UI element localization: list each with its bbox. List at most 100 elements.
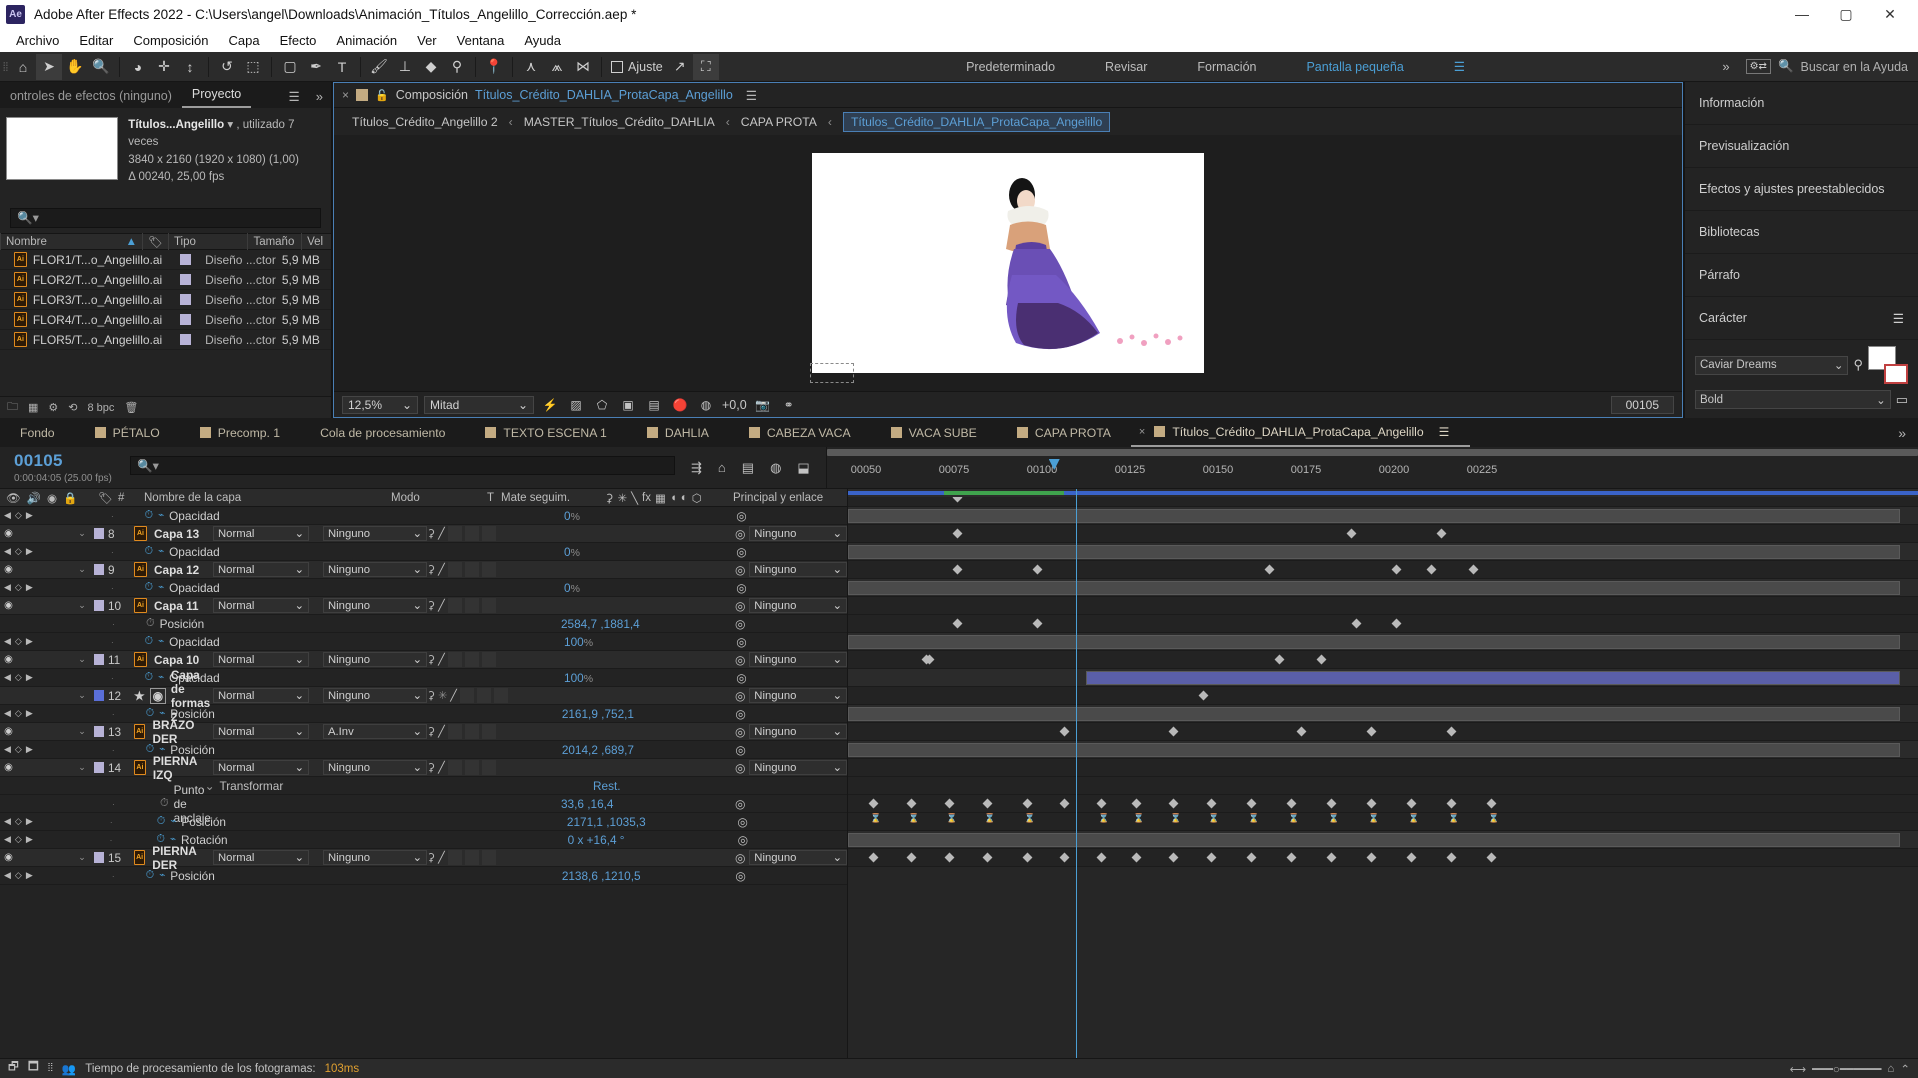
adjustment-icon[interactable]: ◐ <box>681 492 688 504</box>
keyframe-marker[interactable]: ⌛ <box>946 814 957 823</box>
keyframe-marker[interactable]: ⌛ <box>1488 814 1499 823</box>
hand-tool-icon[interactable]: ✋ <box>62 54 88 80</box>
keyframe-marker[interactable]: ⌛ <box>1248 814 1259 823</box>
timeline-track-row[interactable] <box>848 561 1918 579</box>
lock-icon[interactable]: 🔒 <box>63 491 77 505</box>
t-column-header[interactable]: T <box>481 489 495 507</box>
layer-visibility-icon[interactable]: ◉ <box>0 762 17 773</box>
layer-twirl-icon[interactable]: ⌄ <box>75 726 89 737</box>
motion-blur-icon[interactable]: ◍ <box>770 460 781 476</box>
keyframe-marker[interactable] <box>1436 528 1447 539</box>
delete-icon[interactable]: 🗑 <box>124 401 138 414</box>
timeline-track-row[interactable] <box>848 633 1918 651</box>
property-link-icon[interactable]: ◎ <box>735 869 847 883</box>
keyframe-marker[interactable] <box>1446 798 1457 809</box>
layer-twirl-icon[interactable]: ⌄ <box>75 762 89 773</box>
keyframe-marker[interactable] <box>1168 852 1179 863</box>
keyframe-marker[interactable]: ⌛ <box>1170 814 1181 823</box>
render-status-icon[interactable]: 👥 <box>62 1062 76 1076</box>
property-name[interactable]: ⏱ ⌁ Opacidad <box>145 635 220 649</box>
keyframe-marker[interactable] <box>1446 726 1457 737</box>
timeline-property-row[interactable]: · ⏱ Punto de anclaje 33,6 ,16,4 ◎ <box>0 783 847 825</box>
property-name[interactable]: ⏱ ⌁ Posición <box>146 869 215 883</box>
timeline-tab[interactable]: Precomp. 1 <box>180 418 300 447</box>
layer-label-swatch[interactable] <box>89 564 108 575</box>
stroke-color-swatch[interactable] <box>1884 364 1908 384</box>
panel-previsualizacion[interactable]: Previsualización <box>1685 125 1918 168</box>
keyframe-marker[interactable] <box>1391 564 1402 575</box>
timeline-property-row[interactable]: ◀ ◇ ▶ · ⏱ ⌁ Posición 2014,2 ,689,7 ◎ <box>0 741 847 759</box>
layer-selection-box[interactable] <box>810 363 854 383</box>
panel-caracter-header[interactable]: Carácter ☰ <box>1685 297 1918 340</box>
composition-mini-flowchart-icon[interactable]: ⇶ <box>691 460 702 476</box>
timeline-track-row[interactable] <box>848 615 1918 633</box>
layer-label-swatch[interactable] <box>89 852 108 863</box>
project-file-row[interactable]: Ai FLOR3/T...o_Angelillo.ai Diseño ...ctor… <box>0 290 331 310</box>
bend-pin-icon[interactable]: ⋈ <box>570 54 596 80</box>
keyframe-navigator[interactable]: ◀ ◇ ▶ <box>0 708 54 719</box>
keyframe-navigator[interactable]: ◀ ◇ ▶ <box>0 510 53 521</box>
property-name[interactable]: ⏱ ⌁ Opacidad <box>145 581 220 595</box>
property-value[interactable]: 100% <box>558 635 736 649</box>
keyframe-marker[interactable] <box>1326 798 1337 809</box>
parent-column-header[interactable]: Principal y enlace <box>727 489 847 507</box>
timeline-track-row[interactable] <box>848 687 1918 705</box>
keyframe-marker[interactable]: ⌛ <box>1368 814 1379 823</box>
close-button[interactable]: ✕ <box>1868 0 1912 28</box>
keyframe-navigator[interactable]: ◀ ◇ ▶ <box>0 636 53 647</box>
eyedropper-icon[interactable]: ⚲ <box>1853 357 1863 373</box>
layer-track-matte-select[interactable]: Ninguno ⌄ <box>323 526 427 541</box>
lock-icon[interactable]: 🔓 <box>375 89 389 102</box>
menu-ayuda[interactable]: Ayuda <box>514 31 571 50</box>
keyframe-marker[interactable] <box>906 852 917 863</box>
layer-label-swatch[interactable] <box>89 600 108 611</box>
file-label-swatch[interactable] <box>180 254 192 265</box>
timeline-track-row[interactable]: ⌛ ⌛ ⌛ ⌛ ⌛ ⌛ ⌛ ⌛ ⌛ ⌛ ⌛ ⌛ ⌛ ⌛ ⌛ ⌛ <box>848 813 1918 831</box>
layer-twirl-icon[interactable]: ⌄ <box>75 852 89 863</box>
chevron-down-icon[interactable]: ▾ <box>227 119 233 131</box>
project-panel-overflow-icon[interactable]: » <box>308 85 331 108</box>
layer-switches[interactable]: ⚳ ╱ <box>427 598 555 613</box>
keyframe-marker[interactable] <box>906 798 917 809</box>
fast-preview-icon[interactable]: ⚡ <box>540 396 560 414</box>
timeline-track-row[interactable] <box>848 777 1918 795</box>
layer-twirl-icon[interactable]: ⌄ <box>75 654 89 665</box>
keyframe-marker[interactable]: ⌛ <box>1024 814 1035 823</box>
timeline-layer-row[interactable]: ◉ ⌄ 8 Ai Capa 13 Normal ⌄ Ninguno ⌄ ⚳ ╱ ◎ Ninguno ⌄ <box>0 525 847 543</box>
frame-render-icon[interactable]: 🗖 <box>28 1059 39 1078</box>
layer-twirl-icon[interactable]: ⌄ <box>75 600 89 611</box>
color-channels-icon[interactable]: 🔴 <box>670 396 690 414</box>
keyframe-navigator[interactable]: ◀ ◇ ▶ <box>0 546 53 557</box>
layer-switches[interactable]: ⚳ ╱ <box>427 724 555 739</box>
timeline-layer-row[interactable]: ◉ ⌄ 15 Ai PIERNA DER Normal ⌄ Ninguno ⌄ ⚳ ╱ ◎ Ningun… <box>0 844 847 872</box>
timeline-tab[interactable]: DAHLIA <box>627 418 729 447</box>
zoom-track-icon[interactable]: ━━━○━━━━━━ <box>1812 1062 1881 1076</box>
timeline-search-input[interactable]: 🔍▾ <box>130 456 675 475</box>
menu-efecto[interactable]: Efecto <box>270 31 327 50</box>
property-value[interactable]: 0% <box>558 581 736 595</box>
hide-shy-layers-icon[interactable]: ▤ <box>742 460 754 476</box>
region-of-interest-icon[interactable]: ⬠ <box>592 396 612 414</box>
timeline-track-row[interactable] <box>848 759 1918 777</box>
keyframe-marker[interactable] <box>1426 564 1437 575</box>
property-value[interactable]: 0% <box>558 509 736 523</box>
dolly-tool-icon[interactable]: ↕ <box>177 54 203 80</box>
playhead-line[interactable] <box>1076 489 1077 1058</box>
timeline-property-row[interactable]: ◀ ◇ ▶ · ⏱ ⌁ Opacidad 0% ◎ <box>0 579 847 597</box>
keyframe-marker[interactable] <box>1198 690 1209 701</box>
column-tipo[interactable]: Tipo <box>167 233 248 250</box>
draft-3d-icon[interactable]: ⌂ <box>718 460 726 475</box>
layer-duration-bar[interactable] <box>848 509 1900 523</box>
keyframe-marker[interactable] <box>1059 852 1070 863</box>
composition-viewer-canvas[interactable] <box>334 135 1682 391</box>
project-file-row[interactable]: Ai FLOR4/T...o_Angelillo.ai Diseño ...ctor… <box>0 310 331 330</box>
work-area-bar[interactable] <box>826 449 1918 456</box>
timeline-layer-row[interactable]: ⌄ 12 ★ ◉ Capa de formas 2 Normal ⌄ Ninguno ⌄ ⚳ ✳ ╱ ◎… <box>0 668 847 724</box>
keyframe-marker[interactable] <box>1274 654 1285 665</box>
gear-icon[interactable]: ⚙⇄ <box>1745 59 1771 74</box>
keyframe-marker[interactable] <box>1296 726 1307 737</box>
layer-track-matte-select[interactable]: Ninguno ⌄ <box>323 562 427 577</box>
motion-blur-icon[interactable]: ◖ <box>670 492 677 504</box>
keyframe-marker[interactable] <box>1366 852 1377 863</box>
roto-brush-icon[interactable]: ⬚ <box>240 54 266 80</box>
